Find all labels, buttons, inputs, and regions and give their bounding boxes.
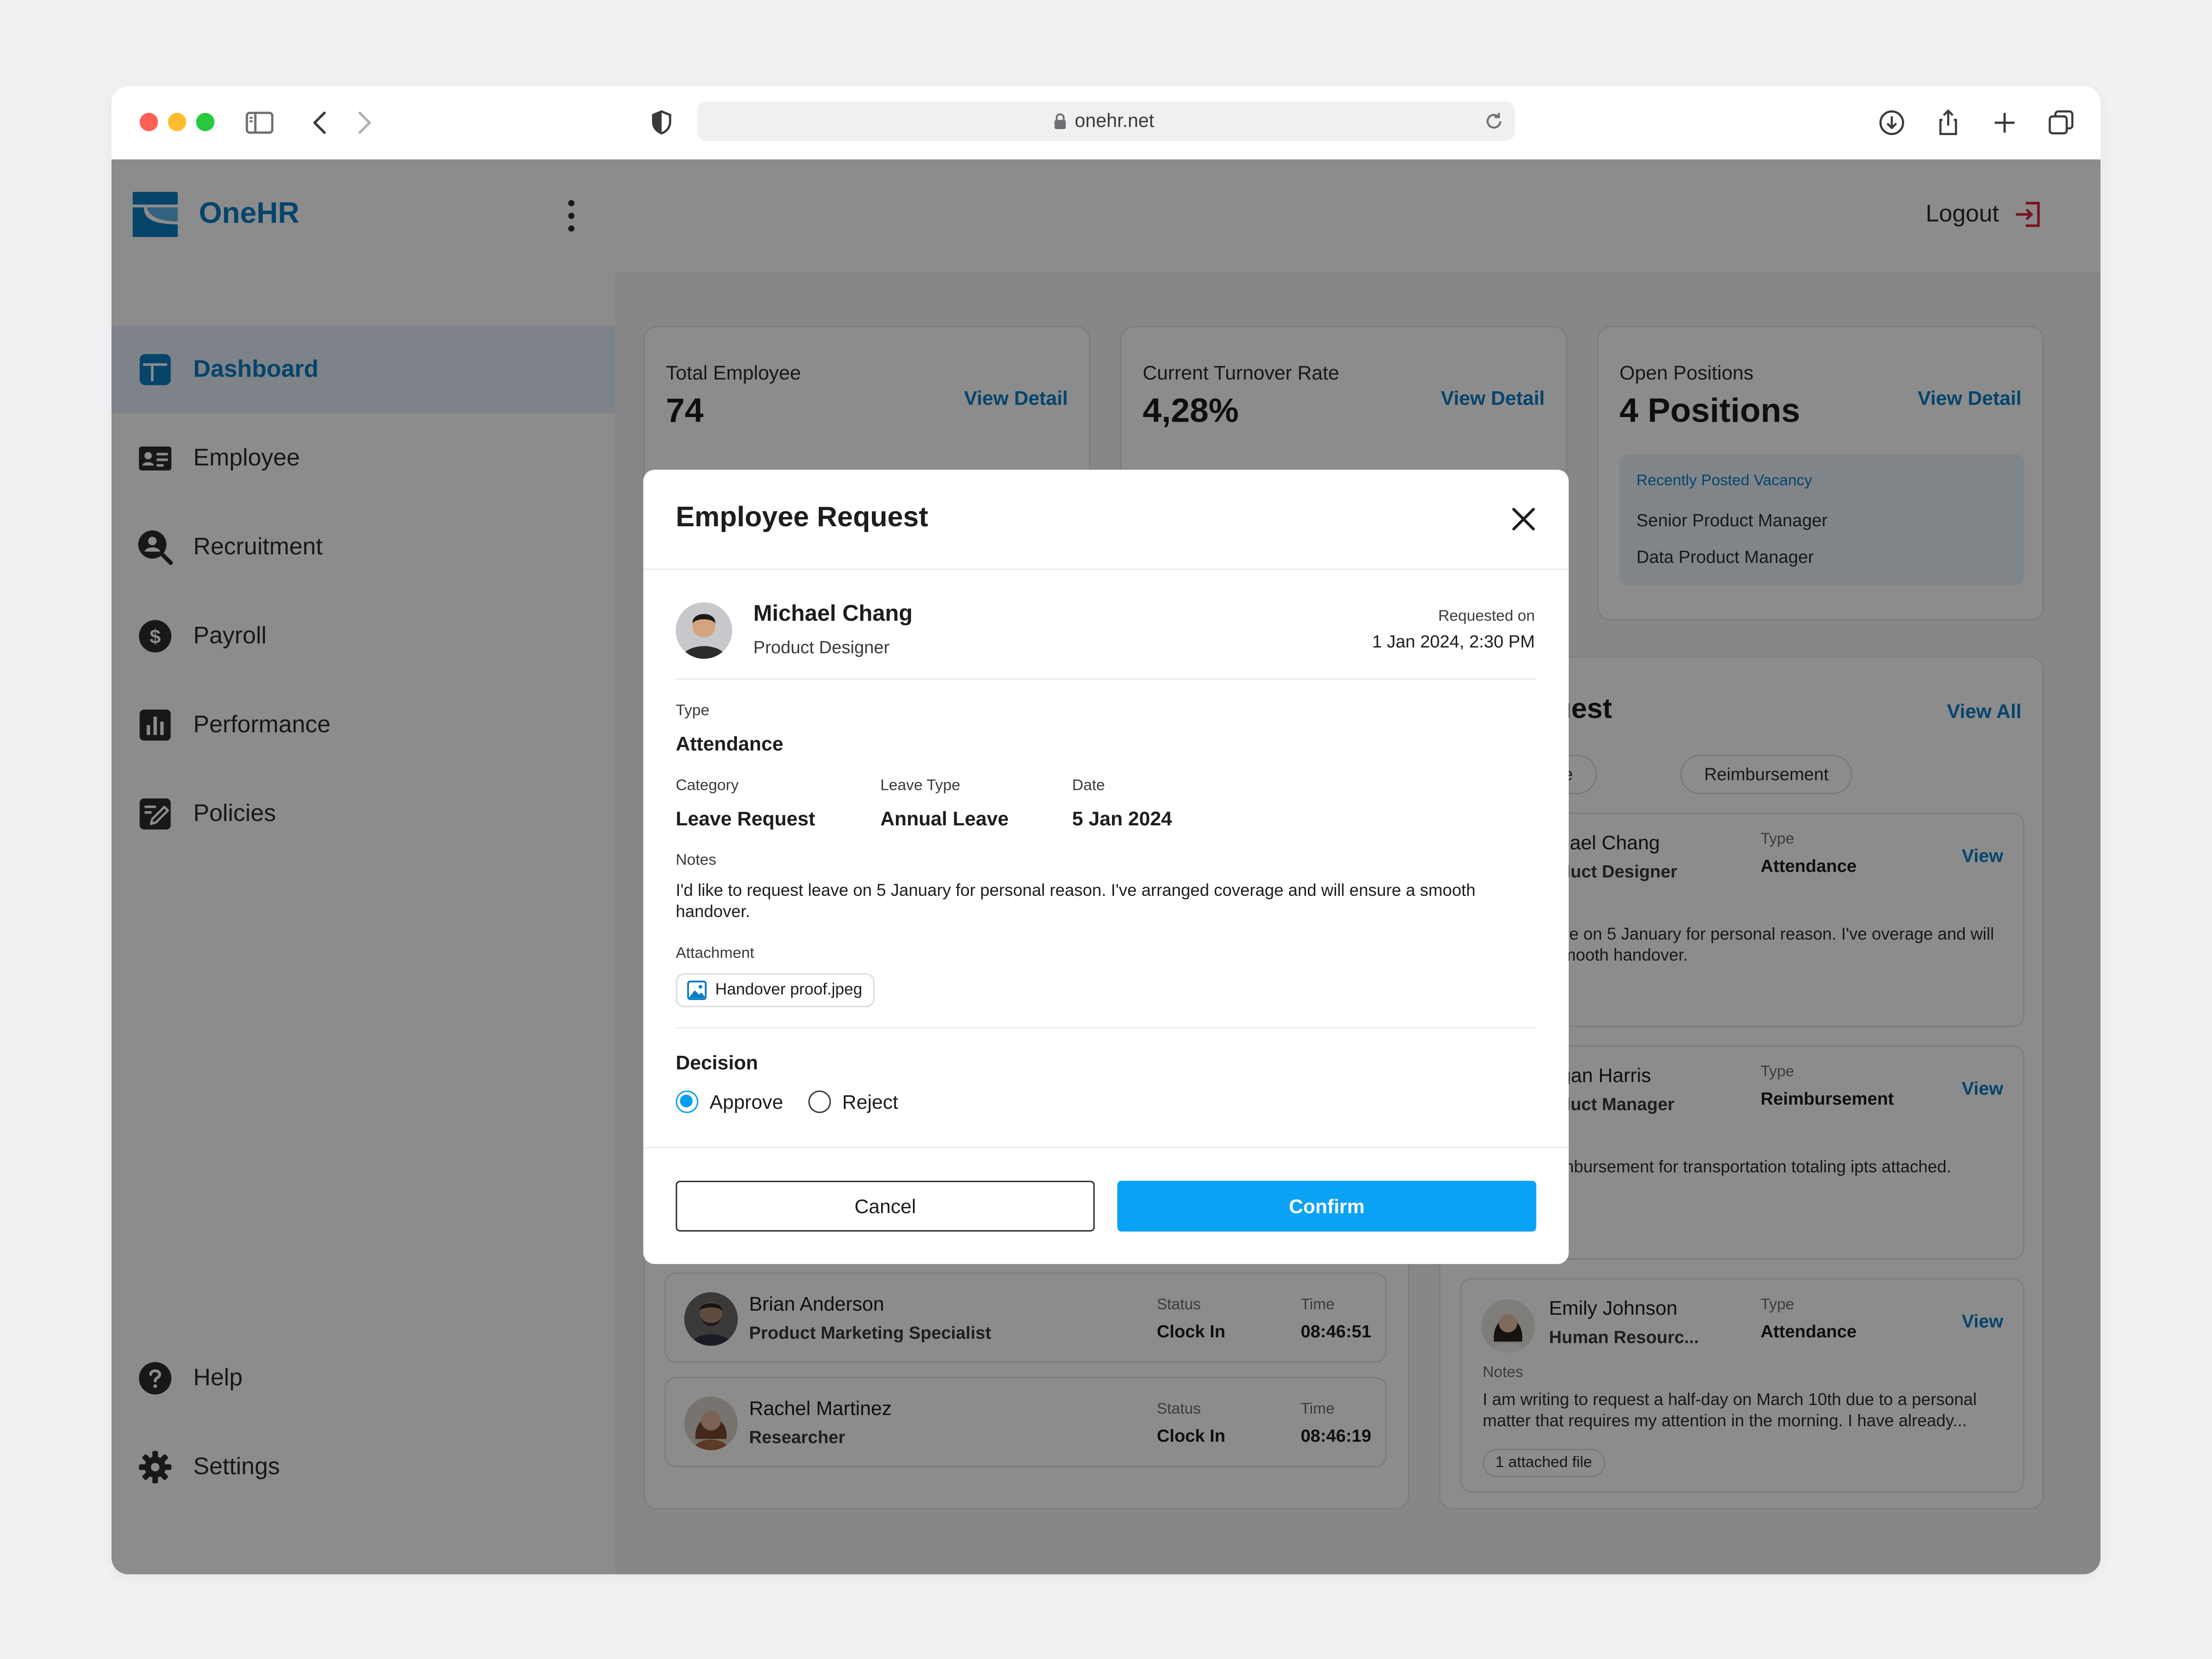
forward-icon[interactable]: [347, 106, 381, 140]
download-icon[interactable]: [1875, 106, 1908, 140]
confirm-button[interactable]: Confirm: [1117, 1181, 1536, 1232]
approve-radio[interactable]: Approve: [676, 1090, 783, 1113]
leave-type-label: Leave Type: [880, 777, 960, 794]
leave-type-value: Annual Leave: [880, 807, 1009, 830]
employee-role: Product Designer: [753, 637, 890, 658]
cancel-button[interactable]: Cancel: [676, 1181, 1095, 1232]
type-value: Attendance: [676, 732, 783, 755]
employee-name: Michael Chang: [753, 602, 913, 627]
browser-toolbar: onehr.net: [111, 86, 2101, 159]
requested-on-label: Requested on: [1438, 608, 1535, 625]
modal-title: Employee Request: [676, 502, 929, 534]
divider: [643, 1147, 1569, 1148]
avatar: [676, 602, 732, 659]
url-text: onehr.net: [1075, 110, 1154, 131]
reject-label: Reject: [842, 1090, 899, 1113]
divider: [676, 678, 1536, 680]
decision-label: Decision: [676, 1051, 758, 1074]
close-icon[interactable]: [1510, 505, 1538, 533]
date-label: Date: [1072, 777, 1105, 794]
attachment-filename: Handover proof.jpeg: [715, 982, 863, 999]
divider: [676, 1027, 1536, 1029]
category-value: Leave Request: [676, 807, 815, 830]
maximize-window-button[interactable]: [196, 112, 215, 131]
notes-label: Notes: [676, 852, 717, 869]
share-icon[interactable]: [1931, 106, 1965, 140]
divider: [643, 568, 1569, 570]
sidebar-toggle-icon[interactable]: [243, 106, 276, 140]
category-label: Category: [676, 777, 739, 794]
image-file-icon: [687, 980, 707, 1000]
reject-radio[interactable]: Reject: [808, 1090, 898, 1113]
minimize-window-button[interactable]: [168, 112, 187, 131]
approve-label: Approve: [709, 1090, 783, 1113]
radio-unselected-icon[interactable]: [808, 1090, 831, 1113]
new-tab-icon[interactable]: [1988, 106, 2021, 140]
privacy-shield-icon[interactable]: [645, 106, 678, 140]
type-label: Type: [676, 702, 710, 720]
reload-icon[interactable]: [1481, 109, 1506, 134]
requested-on-date: 1 Jan 2024, 2:30 PM: [1372, 632, 1535, 652]
close-window-button[interactable]: [140, 112, 158, 131]
back-icon[interactable]: [303, 106, 337, 140]
tab-overview-icon[interactable]: [2044, 106, 2078, 140]
date-value: 5 Jan 2024: [1072, 807, 1172, 830]
attachment-chip[interactable]: Handover proof.jpeg: [676, 973, 875, 1007]
address-bar[interactable]: onehr.net: [697, 101, 1515, 141]
request-notes: I'd like to request leave on 5 January f…: [676, 880, 1476, 921]
attachment-label: Attachment: [676, 945, 754, 962]
radio-selected-icon[interactable]: [676, 1090, 699, 1113]
employee-request-modal: Employee Request Michael Chang Product D…: [643, 470, 1569, 1264]
